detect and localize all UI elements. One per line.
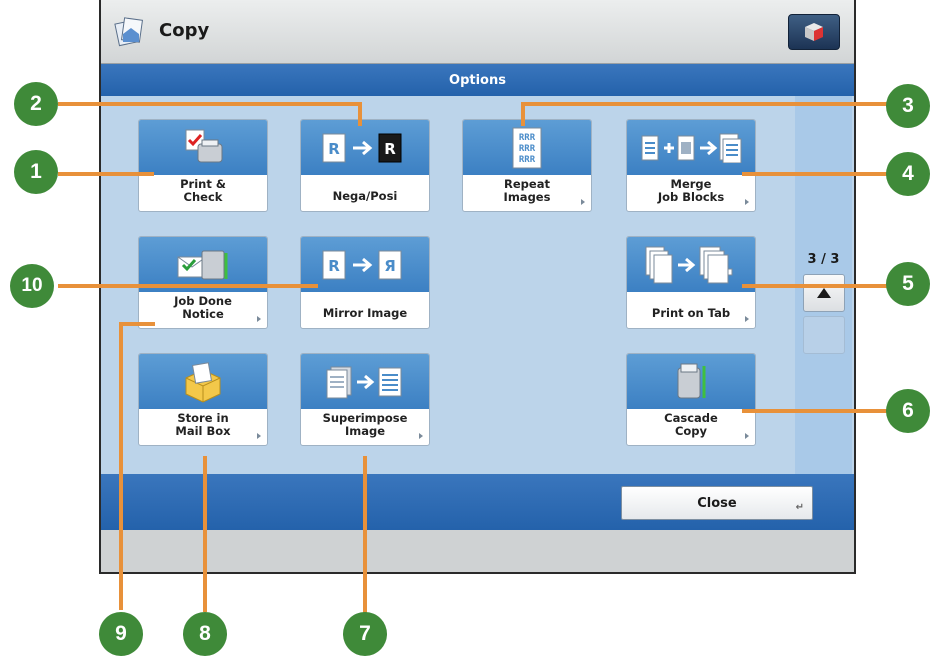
merge-job-blocks-label: Merge Job Blocks <box>657 177 725 204</box>
repeat-images-label: Repeat Images <box>503 177 551 204</box>
callout-badge-7: 7 <box>343 612 387 656</box>
callout-badge-1: 1 <box>14 150 58 194</box>
callout-2-leader-drop <box>358 102 362 126</box>
cascade-copy-icon <box>627 354 755 409</box>
nega-posi-button[interactable]: R R Nega/Posi <box>300 119 430 212</box>
scroll-up-button[interactable] <box>803 274 845 312</box>
callout-9-leader-top <box>119 322 155 326</box>
cascade-copy-button[interactable]: Cascade Copy <box>626 353 756 446</box>
scroll-down-button[interactable] <box>803 316 845 354</box>
callout-badge-4: 4 <box>886 152 930 196</box>
mail-box-icon <box>139 354 267 409</box>
repeat-images-button[interactable]: RRR RRR RRR Repeat Images <box>462 119 592 212</box>
merge-job-blocks-icon <box>627 120 755 175</box>
repeat-images-icon: RRR RRR RRR <box>463 120 591 175</box>
callout-1-leader <box>58 172 154 176</box>
superimpose-image-button[interactable]: Superimpose Image <box>300 353 430 446</box>
callout-4-leader <box>742 172 900 176</box>
submenu-arrow-icon <box>745 433 749 439</box>
print-check-icon <box>139 120 267 175</box>
mirror-r-glyph: R <box>328 257 340 275</box>
superimpose-image-icon <box>301 354 429 409</box>
print-check-button[interactable]: Print & Check <box>138 119 268 212</box>
callout-5-leader <box>742 284 900 288</box>
callout-8-leader <box>203 456 207 612</box>
nega-posi-label: Nega/Posi <box>332 189 398 203</box>
submenu-arrow-icon <box>745 199 749 205</box>
job-done-notice-label: Job Done Notice <box>174 294 232 321</box>
callout-10-leader <box>58 284 318 288</box>
submenu-arrow-icon <box>257 433 261 439</box>
callout-7-leader <box>363 456 367 620</box>
mirror-image-icon: R Я <box>301 237 429 292</box>
callout-badge-8: 8 <box>183 612 227 656</box>
close-button[interactable]: Close ↵ <box>621 486 813 520</box>
submenu-arrow-icon <box>581 199 585 205</box>
status-monitor-icon <box>805 23 823 41</box>
mirror-r-reversed-glyph: Я <box>384 257 396 275</box>
nega-posi-r-inverted-glyph: R <box>384 140 396 158</box>
mirror-image-button[interactable]: R Я Mirror Image <box>300 236 430 329</box>
callout-badge-10: 10 <box>10 264 54 308</box>
mirror-image-label: Mirror Image <box>322 306 408 320</box>
store-in-mail-box-label: Store in Mail Box <box>175 411 231 438</box>
copy-app-icon <box>114 17 144 47</box>
job-done-notice-button[interactable]: Job Done Notice <box>138 236 268 329</box>
cascade-copy-label: Cascade Copy <box>664 411 718 438</box>
status-monitor-button[interactable] <box>788 14 840 50</box>
up-arrow-icon <box>817 288 831 298</box>
callout-6-leader <box>742 409 900 413</box>
repeat-rrr-row-3: RRR <box>519 155 536 165</box>
options-title: Options <box>449 72 506 88</box>
callout-2-leader <box>58 102 360 106</box>
callout-badge-6: 6 <box>886 389 930 433</box>
nega-posi-r-glyph: R <box>328 140 340 158</box>
options-header: Options <box>101 64 854 96</box>
callout-9-leader <box>119 322 123 610</box>
submenu-arrow-icon <box>257 316 261 322</box>
footer-bar <box>101 530 854 572</box>
submenu-arrow-icon <box>419 433 423 439</box>
title-bar: Copy <box>101 0 854 64</box>
callout-3-leader <box>521 102 899 106</box>
submenu-arrow-icon <box>745 316 749 322</box>
merge-job-blocks-button[interactable]: Merge Job Blocks <box>626 119 756 212</box>
print-on-tab-icon <box>627 237 755 292</box>
print-check-label: Print & Check <box>180 177 226 204</box>
nega-posi-icon: R R <box>301 120 429 175</box>
print-on-tab-label: Print on Tab <box>651 306 731 320</box>
callout-badge-9: 9 <box>99 612 143 656</box>
print-on-tab-button[interactable]: Print on Tab <box>626 236 756 329</box>
callout-badge-2: 2 <box>14 82 58 126</box>
repeat-rrr-row-1: RRR <box>519 133 536 143</box>
superimpose-image-label: Superimpose Image <box>322 411 408 438</box>
close-label: Close <box>697 495 737 511</box>
app-title: Copy <box>159 20 210 41</box>
page-indicator: 3 / 3 <box>807 252 840 267</box>
callout-badge-5: 5 <box>886 262 930 306</box>
store-in-mail-box-button[interactable]: Store in Mail Box <box>138 353 268 446</box>
callout-badge-3: 3 <box>886 84 930 128</box>
return-icon: ↵ <box>795 502 804 513</box>
callout-3-leader-drop <box>521 102 525 126</box>
repeat-rrr-row-2: RRR <box>519 144 536 154</box>
